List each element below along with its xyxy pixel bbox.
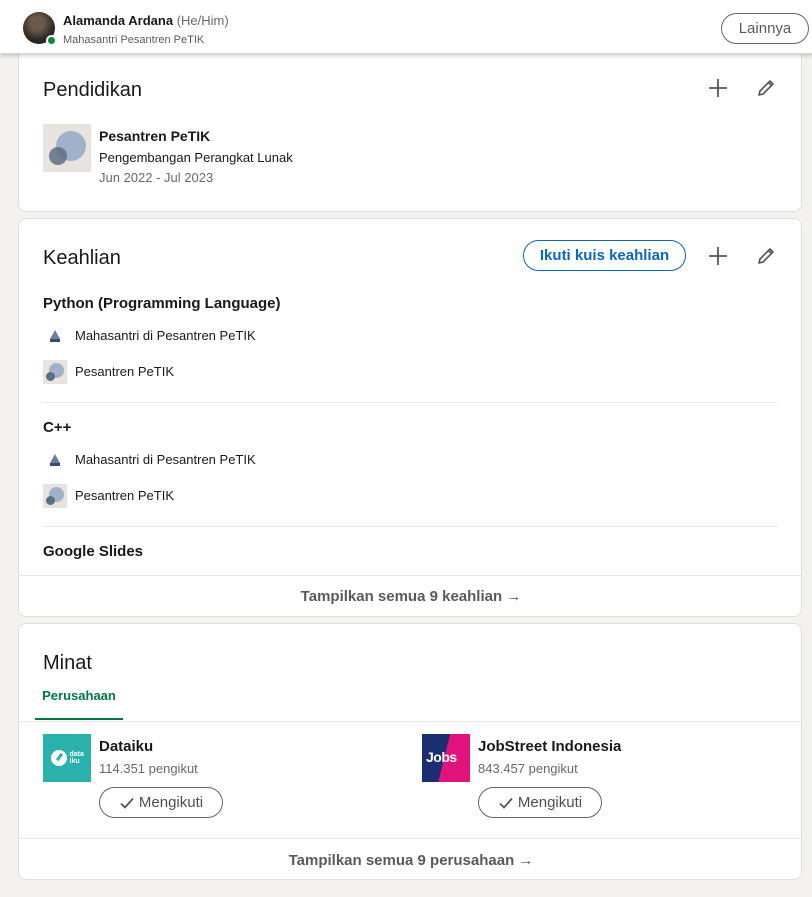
online-status-dot: [46, 35, 57, 46]
company-name[interactable]: JobStreet Indonesia: [478, 738, 621, 755]
follower-count: 843.457 pengikut: [478, 761, 578, 776]
show-all-companies-link[interactable]: Tampilkan semua 9 perusahaan →: [19, 852, 801, 869]
add-skill-button[interactable]: [702, 240, 734, 272]
petik-small-logo: [43, 448, 67, 472]
company-name[interactable]: Dataiku: [99, 738, 153, 755]
profile-name-text: Alamanda Ardana: [63, 13, 174, 28]
more-button[interactable]: Lainnya: [721, 13, 809, 44]
add-education-button[interactable]: [702, 72, 734, 104]
education-dates: Jun 2022 - Jul 2023: [99, 170, 214, 185]
profile-name: Alamanda Ardana (He/Him): [63, 13, 229, 28]
dataiku-logo[interactable]: data iku: [43, 734, 91, 782]
skill-name[interactable]: Python (Programming Language): [43, 295, 281, 312]
petik-small-logo: [43, 324, 67, 348]
active-tab-indicator: [35, 718, 123, 720]
profile-sticky-header: Alamanda Ardana (He/Him) Mahasantri Pesa…: [0, 0, 812, 54]
school-name[interactable]: Pesantren PeTIK: [99, 128, 210, 144]
following-label: Mengikuti: [138, 794, 204, 811]
checkmark-icon: [499, 797, 513, 809]
following-label: Mengikuti: [517, 794, 583, 811]
show-all-skills-link[interactable]: Tampilkan semua 9 keahlian →: [19, 588, 801, 605]
footer-divider: [19, 575, 801, 576]
following-button[interactable]: Mengikuti: [478, 787, 602, 818]
endorsement-text: Mahasantri di Pesantren PeTIK: [75, 452, 256, 467]
endorsement-text: Pesantren PeTIK: [75, 364, 174, 379]
following-button[interactable]: Mengikuti: [99, 787, 223, 818]
school-logo[interactable]: [43, 124, 91, 172]
pencil-icon: [758, 80, 774, 96]
pencil-icon: [758, 248, 774, 264]
plus-icon: [709, 247, 727, 265]
endorsement-text: Pesantren PeTIK: [75, 488, 174, 503]
tab-companies[interactable]: Perusahaan: [35, 686, 123, 721]
education-card: Pendidikan Pesantren PeTIK Pengembangan …: [18, 50, 802, 212]
interests-card: Minat Perusahaan data iku Dataiku 114.35…: [18, 623, 802, 880]
divider: [43, 402, 778, 403]
tabs-divider: [19, 721, 801, 722]
skill-name[interactable]: Google Slides: [43, 543, 143, 560]
endorsement-text: Mahasantri di Pesantren PeTIK: [75, 328, 256, 343]
pronouns: (He/Him): [176, 13, 229, 28]
skill-name[interactable]: C++: [43, 419, 71, 436]
divider: [43, 526, 778, 527]
take-skill-quiz-button[interactable]: Ikuti kuis keahlian: [523, 240, 686, 271]
skills-title: Keahlian: [43, 247, 121, 269]
footer-divider: [19, 838, 801, 839]
profile-headline: Mahasantri Pesantren PeTIK: [63, 34, 205, 46]
jobstreet-logo[interactable]: Jobs: [422, 734, 470, 782]
education-title: Pendidikan: [43, 79, 142, 101]
follower-count: 114.351 pengikut: [99, 761, 198, 776]
plus-icon: [709, 79, 727, 97]
field-of-study: Pengembangan Perangkat Lunak: [99, 150, 293, 165]
edit-skills-button[interactable]: [750, 240, 782, 272]
jobstreet-logo-text: Jobs: [426, 749, 457, 765]
pesantren-petik-logo: [43, 360, 67, 384]
checkmark-icon: [120, 797, 134, 809]
skills-card: Keahlian Ikuti kuis keahlian Python (Pro…: [18, 218, 802, 617]
edit-education-button[interactable]: [750, 72, 782, 104]
interests-title: Minat: [43, 652, 92, 674]
pesantren-petik-logo: [43, 484, 67, 508]
dataiku-logo-text: data iku: [69, 751, 84, 765]
